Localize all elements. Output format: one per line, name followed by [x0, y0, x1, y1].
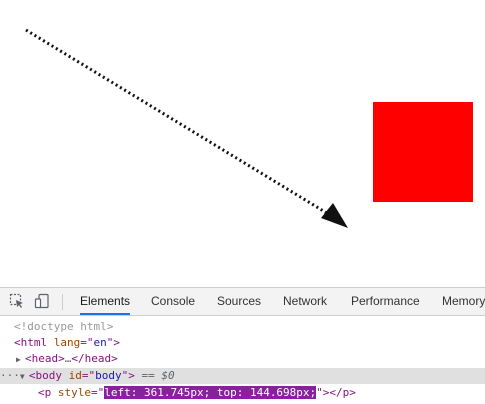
tab-console[interactable]: Console: [151, 288, 195, 315]
p-attr-eq: =": [91, 386, 105, 399]
doctype-text: <!doctype html>: [14, 320, 114, 333]
head-open-tag: <head>: [25, 352, 65, 365]
body-attr-eq: =": [81, 369, 96, 382]
html-attr-name: lang: [53, 336, 81, 349]
more-options-icon[interactable]: ···: [0, 369, 20, 382]
html-attr-val: en: [93, 336, 107, 349]
toolbar-separator: [62, 294, 63, 310]
devtools-toolbar: Elements Console Sources Network Perform…: [0, 288, 485, 316]
tree-head-line[interactable]: ▶ <head>…</head>: [0, 351, 485, 367]
tree-p-line[interactable]: <p style="left: 361.745px; top: 144.698p…: [0, 385, 485, 401]
body-attr-val: body: [95, 369, 122, 382]
expand-triangle-icon[interactable]: ▶: [16, 352, 25, 368]
arrow-head: [321, 203, 348, 228]
tab-network[interactable]: Network: [283, 288, 327, 315]
selected-marker: == $0: [134, 369, 175, 382]
p-close: "></p>: [316, 386, 356, 399]
body-attr-name: id: [68, 369, 82, 382]
tab-elements[interactable]: Elements: [80, 288, 131, 315]
tab-performance[interactable]: Performance: [351, 288, 420, 315]
inspect-element-icon[interactable]: [9, 293, 25, 309]
tree-doctype-line[interactable]: <!doctype html>: [0, 319, 485, 335]
body-close: ">: [121, 369, 135, 382]
head-close-tag: </head>: [71, 352, 118, 365]
tree-body-line[interactable]: ···▼ <body id="body"> == $0: [0, 368, 485, 384]
device-toolbar-icon[interactable]: [34, 293, 50, 309]
body-open-tag: <body: [28, 369, 62, 382]
arrow-line: [25, 28, 331, 217]
html-close: ">: [106, 336, 120, 349]
html-open-tag: <html: [14, 336, 48, 349]
page-viewport: [0, 0, 485, 287]
tab-memory[interactable]: Memory: [442, 288, 485, 315]
red-square: [373, 102, 473, 202]
p-attr-name: style: [57, 386, 91, 399]
p-open-tag: <p: [38, 386, 52, 399]
html-attr-eq: =": [80, 336, 94, 349]
p-style-value-highlight[interactable]: left: 361.745px; top: 144.698px;: [104, 386, 317, 399]
collapse-triangle-icon[interactable]: ▼: [20, 369, 29, 385]
tab-sources[interactable]: Sources: [217, 288, 261, 315]
tree-html-line[interactable]: <html lang="en">: [0, 335, 485, 351]
devtools-panel: Elements Console Sources Network Perform…: [0, 287, 485, 404]
